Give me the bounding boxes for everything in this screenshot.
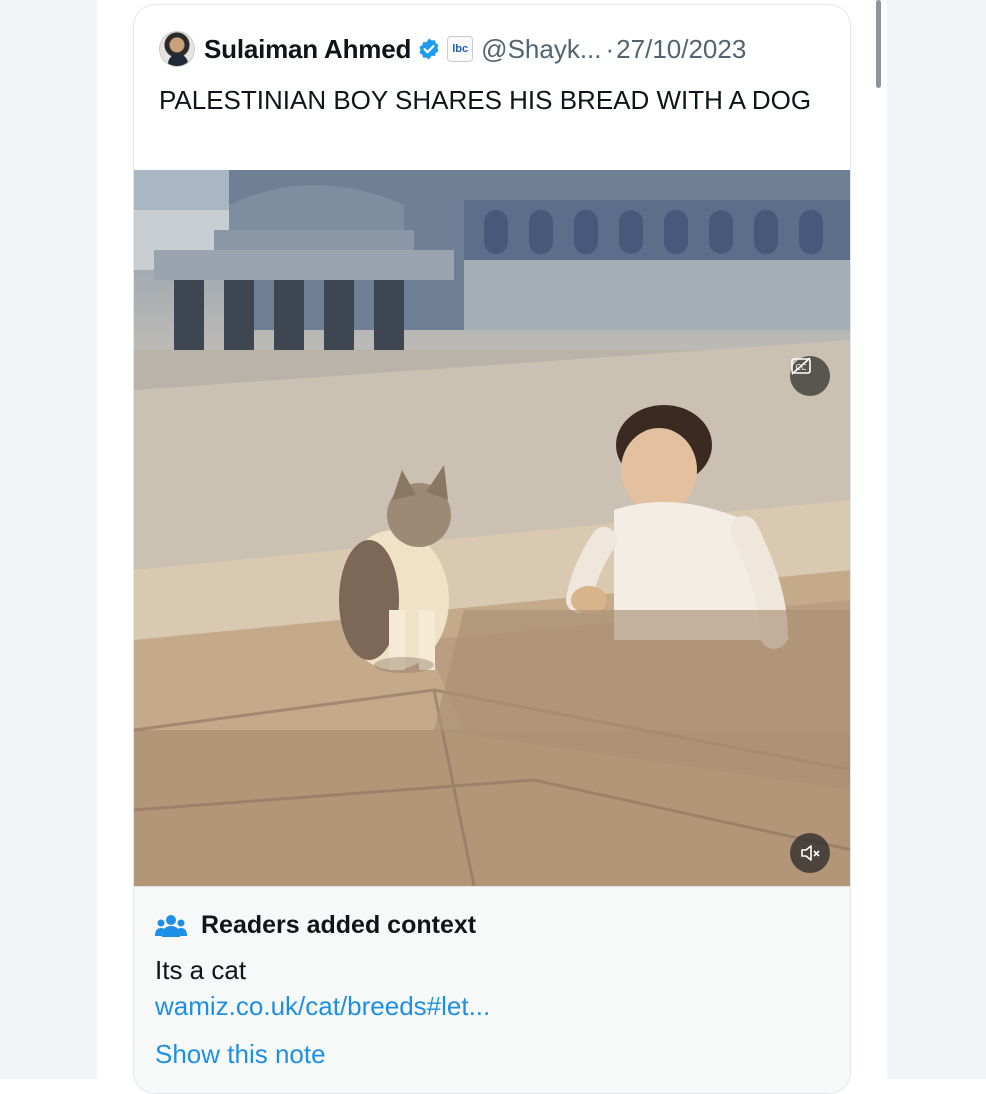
avatar[interactable] xyxy=(159,31,195,67)
video-frame xyxy=(134,170,850,886)
tweet-video[interactable]: CC xyxy=(134,170,850,886)
scrollbar[interactable] xyxy=(876,0,881,88)
tweet-header: Sulaiman Ahmed lbc @Shayk... · 27/10/202… xyxy=(159,30,746,68)
volume-muted-icon xyxy=(801,845,820,861)
affiliate-badge[interactable]: lbc xyxy=(447,36,474,62)
community-note-source-link[interactable]: wamiz.co.uk/cat/breeds#let... xyxy=(155,991,490,1022)
page-margin-left xyxy=(0,0,97,1079)
mute-button[interactable] xyxy=(790,833,830,873)
svg-text:CC: CC xyxy=(795,363,807,372)
date-separator: · xyxy=(605,33,615,64)
tweet-card[interactable]: Sulaiman Ahmed lbc @Shayk... · 27/10/202… xyxy=(133,4,851,1094)
verified-badge-icon xyxy=(419,38,439,60)
tweet-text: PALESTINIAN BOY SHARES HIS BREAD WITH A … xyxy=(159,85,812,115)
community-note[interactable]: Readers added context Its a cat wamiz.co… xyxy=(134,886,850,1093)
post-date[interactable]: 27/10/2023 xyxy=(616,34,746,65)
community-note-title: Readers added context xyxy=(201,911,477,939)
author-name[interactable]: Sulaiman Ahmed xyxy=(204,34,411,65)
page-margin-right xyxy=(887,0,986,1079)
affiliate-badge-text: lbc xyxy=(452,43,469,55)
community-note-body: Its a cat xyxy=(155,955,247,985)
show-note-link[interactable]: Show this note xyxy=(155,1039,326,1070)
author-handle[interactable]: @Shayk... xyxy=(481,34,601,65)
community-note-header: Readers added context xyxy=(155,911,476,940)
captions-button[interactable]: CC xyxy=(790,356,830,396)
readers-icon xyxy=(155,914,187,937)
captions-off-icon: CC xyxy=(791,357,811,375)
